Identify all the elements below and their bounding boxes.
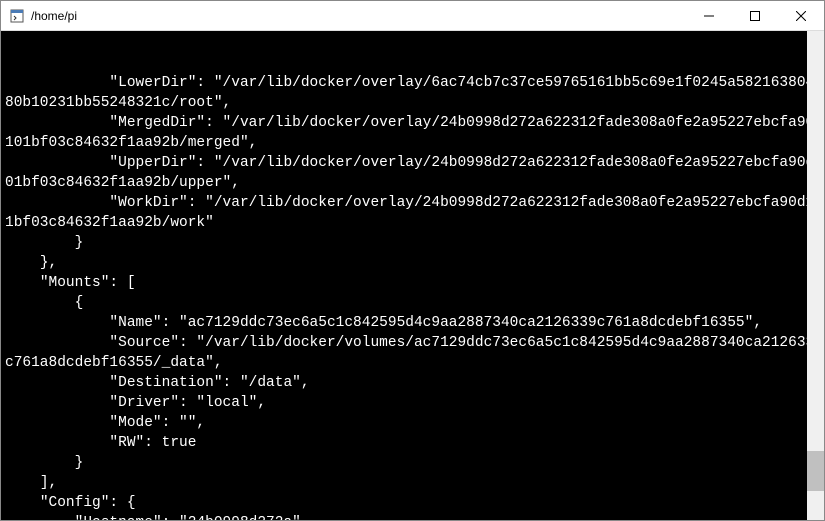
maximize-button[interactable]	[732, 1, 778, 30]
terminal-window: /home/pi "LowerDir": "/var/lib/docker/ov…	[0, 0, 825, 521]
terminal-text: "LowerDir": "/var/lib/docker/overlay/6ac…	[5, 73, 824, 520]
titlebar[interactable]: /home/pi	[1, 1, 824, 31]
scrollbar-thumb[interactable]	[807, 451, 824, 491]
terminal-output[interactable]: "LowerDir": "/var/lib/docker/overlay/6ac…	[1, 31, 824, 520]
close-button[interactable]	[778, 1, 824, 30]
scrollbar[interactable]	[807, 31, 824, 520]
app-icon	[9, 8, 25, 24]
window-controls	[686, 1, 824, 30]
minimize-button[interactable]	[686, 1, 732, 30]
window-title: /home/pi	[31, 9, 686, 23]
